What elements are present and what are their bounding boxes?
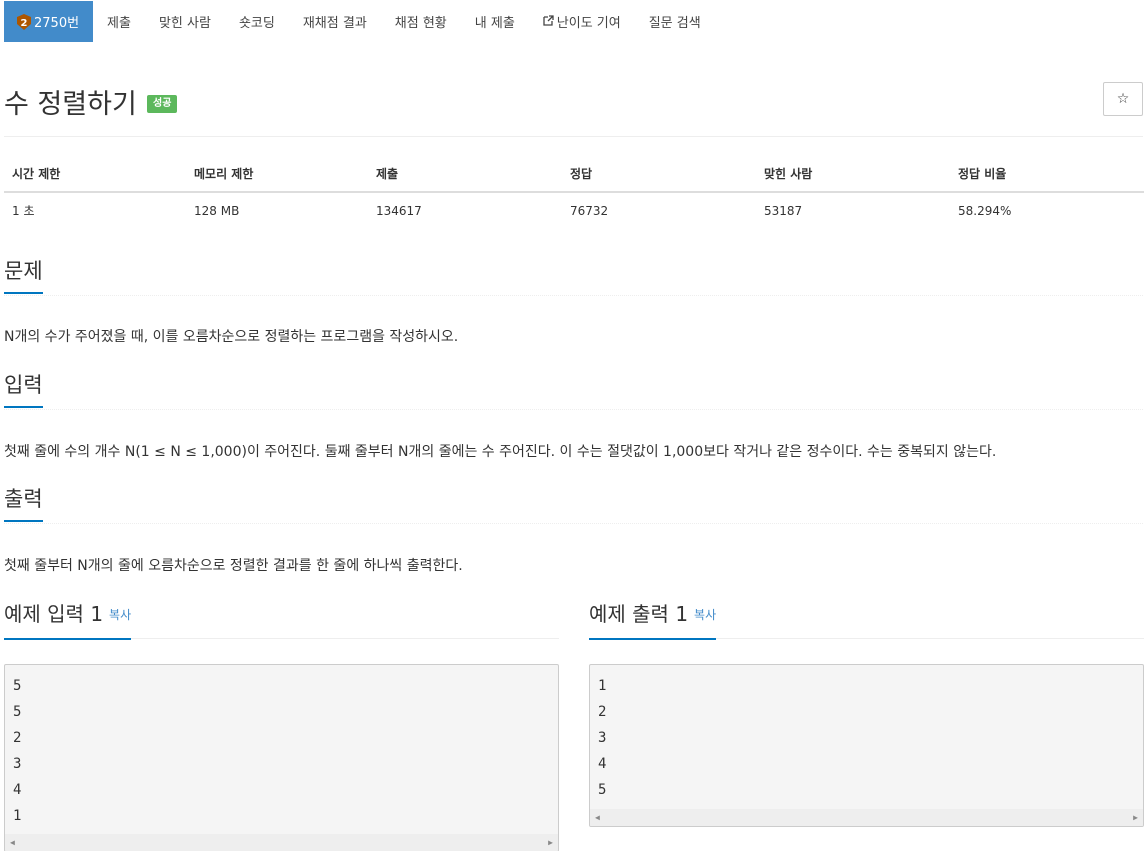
output-text: 첫째 줄부터 N개의 줄에 오름차순으로 정렬한 결과를 한 줄에 하나씩 출력… (4, 558, 463, 574)
output-section-header: 출력 (4, 484, 1143, 524)
input-heading: 입력 (4, 370, 43, 408)
scroll-right-icon[interactable]: ▶ (548, 838, 553, 847)
description-text: N개의 수가 주어졌을 때, 이를 오름차순으로 정렬하는 프로그램을 작성하시… (4, 329, 459, 345)
tab-question-search[interactable]: 질문 검색 (635, 1, 715, 42)
tab-submit[interactable]: 제출 (93, 1, 145, 42)
tab-difficulty-contribution[interactable]: 난이도 기여 (529, 1, 635, 42)
accepted-value: 76732 (570, 203, 609, 218)
tab-my-submissions[interactable]: 내 제출 (461, 1, 529, 42)
sample-output-line: 3 (598, 730, 607, 746)
table-row: 1 초 128 MB 134617 76732 53187 58.294% (4, 192, 1144, 228)
sample-output-line: 5 (598, 782, 607, 798)
sample-input-line: 2 (13, 730, 22, 746)
bronze-tier-icon: 2 (17, 13, 31, 30)
input-text: 첫째 줄에 수의 개수 N(1 ≤ N ≤ 1,000)이 주어진다. 둘째 줄… (4, 444, 997, 460)
problem-info-table: 시간 제한 메모리 제한 제출 정답 맞힌 사람 정답 비율 1 초 128 M… (4, 156, 1144, 228)
sample-input-line: 1 (13, 808, 22, 824)
header-memory-limit: 메모리 제한 (186, 156, 368, 193)
copy-sample-input-link[interactable]: 복사 (109, 608, 131, 622)
header-time-limit: 시간 제한 (4, 156, 186, 193)
favorite-button[interactable]: ☆ (1103, 82, 1143, 116)
sample-output-title: 예제 출력 1 (589, 602, 689, 626)
copy-sample-output-link[interactable]: 복사 (694, 608, 716, 622)
scroll-left-icon[interactable]: ◀ (10, 838, 15, 847)
tab-solved-users[interactable]: 맞힌 사람 (145, 1, 225, 42)
tab-label: 내 제출 (474, 16, 515, 31)
header-accepted: 정답 (562, 156, 756, 193)
solvers-value: 53187 (764, 203, 803, 218)
tab-label: 맞힌 사람 (158, 16, 211, 31)
submissions-value: 134617 (376, 203, 422, 218)
tab-label: 제출 (107, 16, 131, 31)
tab-short-coding[interactable]: 숏코딩 (225, 1, 289, 42)
accept-ratio-value: 58.294% (958, 203, 1012, 218)
sample-output-line: 2 (598, 704, 607, 720)
tab-rejudge-results[interactable]: 재채점 결과 (289, 1, 381, 42)
memory-limit-value: 128 MB (194, 203, 240, 218)
horizontal-scrollbar[interactable]: ◀ ▶ (590, 809, 1143, 826)
external-link-icon (543, 14, 554, 29)
tab-label: 숏코딩 (238, 16, 275, 31)
header-accept-ratio: 정답 비율 (950, 156, 1144, 193)
problem-menu: 2 2750번 제출 맞힌 사람 숏코딩 재채점 결과 채점 현황 내 제출 난… (4, 1, 715, 42)
sample-input-line: 5 (13, 678, 22, 694)
header-solvers: 맞힌 사람 (756, 156, 950, 193)
status-badge: 성공 (147, 95, 178, 113)
tab-label: 난이도 기여 (556, 16, 621, 31)
sample-input-title: 예제 입력 1 (4, 602, 104, 626)
horizontal-scrollbar[interactable]: ◀ ▶ (5, 834, 558, 851)
sample-output-heading: 예제 출력 1 복사 (589, 599, 717, 640)
scroll-left-icon[interactable]: ◀ (595, 813, 600, 822)
tab-judge-status[interactable]: 채점 현황 (381, 1, 461, 42)
time-limit-value: 1 초 (12, 204, 35, 218)
problem-header: 수 정렬하기 성공 ☆ (4, 78, 1143, 137)
header-submissions: 제출 (368, 156, 562, 193)
sample-input-line: 3 (13, 756, 22, 772)
tab-label: 재채점 결과 (302, 16, 367, 31)
scroll-right-icon[interactable]: ▶ (1133, 813, 1138, 822)
table-header-row: 시간 제한 메모리 제한 제출 정답 맞힌 사람 정답 비율 (4, 156, 1144, 193)
svg-text:2: 2 (21, 18, 28, 29)
sample-input-heading: 예제 입력 1 복사 (4, 599, 132, 640)
tab-label: 질문 검색 (648, 16, 701, 31)
tab-problem-number[interactable]: 2 2750번 (4, 1, 94, 42)
sample-output-header: 예제 출력 1 복사 (589, 599, 1144, 640)
sample-input-line: 4 (13, 782, 22, 798)
sample-input-header: 예제 입력 1 복사 (4, 599, 559, 640)
description-section-header: 문제 (4, 256, 1143, 296)
sample-input-line: 5 (13, 704, 22, 720)
tab-label: 2750번 (34, 16, 80, 31)
output-heading: 출력 (4, 484, 43, 522)
page-title: 수 정렬하기 (4, 89, 137, 120)
input-section-header: 입력 (4, 370, 1143, 410)
description-heading: 문제 (4, 256, 43, 294)
sample-output-line: 1 (598, 678, 607, 694)
sample-input-box[interactable]: 5 5 2 3 4 1 ◀ ▶ (4, 664, 559, 851)
star-icon: ☆ (1116, 91, 1130, 107)
tab-label: 채점 현황 (394, 16, 447, 31)
sample-output-box[interactable]: 1 2 3 4 5 ◀ ▶ (589, 664, 1144, 827)
sample-output-line: 4 (598, 756, 607, 772)
